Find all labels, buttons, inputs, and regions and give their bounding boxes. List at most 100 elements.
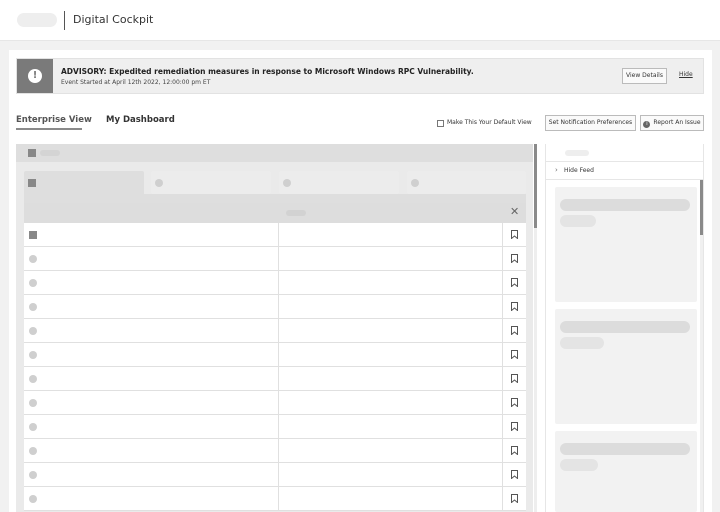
table-cell: [24, 415, 279, 439]
tab-my-dashboard[interactable]: My Dashboard: [106, 115, 175, 125]
feed-card[interactable]: [555, 431, 697, 512]
main-scrollbar-thumb[interactable]: [534, 144, 537, 228]
bookmark-icon[interactable]: [511, 374, 518, 383]
circle-icon: [29, 279, 37, 287]
table-rows: [24, 223, 526, 511]
table-row[interactable]: [24, 367, 526, 391]
grid-title-square-icon: [28, 149, 36, 157]
feed-header: [545, 144, 704, 162]
bookmark-icon[interactable]: [511, 254, 518, 263]
default-view-checkbox[interactable]: [437, 120, 444, 127]
report-issue-button[interactable]: i Report An Issue: [640, 115, 704, 131]
table-header-placeholder: [286, 210, 306, 216]
feed-header-placeholder: [565, 150, 589, 156]
alert-icon: !: [28, 69, 42, 83]
circle-icon: [29, 255, 37, 263]
bookmark-icon[interactable]: [511, 230, 518, 239]
circle-icon: [29, 447, 37, 455]
hide-feed-label: Hide Feed: [564, 167, 594, 174]
table-cell: [279, 319, 503, 343]
bookmark-icon[interactable]: [511, 326, 518, 335]
main-scrollbar[interactable]: [534, 144, 537, 512]
subtab-2-circle-icon: [155, 179, 163, 187]
table-cell: [24, 463, 279, 487]
table-cell: [279, 295, 503, 319]
feed-card[interactable]: [555, 187, 697, 302]
bookmark-icon[interactable]: [511, 398, 518, 407]
table-cell: [279, 415, 503, 439]
table-row[interactable]: [24, 271, 526, 295]
app-header: Digital Cockpit: [0, 0, 720, 41]
grid-title-placeholder: [40, 150, 60, 156]
table-row[interactable]: [24, 415, 526, 439]
feed-scrollbar-thumb[interactable]: [700, 180, 703, 235]
circle-icon: [29, 423, 37, 431]
notification-preferences-button[interactable]: Set Notification Preferences: [545, 115, 636, 131]
table-cell: [24, 271, 279, 295]
bookmark-icon[interactable]: [511, 278, 518, 287]
feed-card-line: [560, 321, 690, 333]
feed-card-line: [560, 443, 690, 455]
table-cell: [24, 223, 279, 247]
table-header: [24, 203, 526, 223]
advisory-title: ADVISORY: Expedited remediation measures…: [61, 67, 474, 76]
feed-card-line: [560, 459, 598, 471]
advisory-subtitle: Event Started at April 12th 2022, 12:00:…: [61, 79, 211, 86]
table-cell: [279, 487, 503, 511]
report-issue-label: Report An Issue: [653, 119, 701, 126]
bookmark-icon[interactable]: [511, 494, 518, 503]
hide-feed-toggle[interactable]: › Hide Feed: [545, 162, 704, 180]
close-icon[interactable]: ✕: [510, 205, 519, 219]
feed-card[interactable]: [555, 309, 697, 424]
logo-divider: [64, 11, 65, 30]
active-tab-underline: [16, 128, 82, 130]
circle-icon: [29, 399, 37, 407]
app-title: Digital Cockpit: [73, 13, 154, 26]
circle-icon: [29, 495, 37, 503]
table-cell: [279, 247, 503, 271]
feed-card-line: [560, 337, 604, 349]
subtab-4[interactable]: [407, 171, 526, 194]
subtab-3[interactable]: [279, 171, 399, 194]
chevron-right-icon: ›: [555, 166, 558, 174]
table-cell: [279, 463, 503, 487]
feed-card-line: [560, 199, 690, 211]
bookmark-icon[interactable]: [511, 350, 518, 359]
advisory-banner: ! ADVISORY: Expedited remediation measur…: [16, 58, 704, 94]
subtab-4-circle-icon: [411, 179, 419, 187]
square-icon: [29, 231, 37, 239]
feed-card-line: [560, 215, 596, 227]
circle-icon: [29, 327, 37, 335]
info-icon: i: [643, 121, 651, 128]
table-cell: [279, 367, 503, 391]
hide-advisory-link[interactable]: Hide: [679, 71, 693, 78]
table-row[interactable]: [24, 295, 526, 319]
subtab-2[interactable]: [151, 171, 271, 194]
table-row[interactable]: [24, 223, 526, 247]
table-row[interactable]: [24, 247, 526, 271]
table-cell: [24, 391, 279, 415]
table-cell: [24, 439, 279, 463]
table-row[interactable]: [24, 343, 526, 367]
table-cell: [279, 223, 503, 247]
view-details-button[interactable]: View Details: [622, 68, 667, 84]
table-cell: [279, 391, 503, 415]
bookmark-icon[interactable]: [511, 446, 518, 455]
feed-scrollbar[interactable]: [700, 180, 703, 512]
table-cell: [24, 295, 279, 319]
bookmark-icon[interactable]: [511, 302, 518, 311]
table-row[interactable]: [24, 487, 526, 511]
table-row[interactable]: [24, 439, 526, 463]
advisory-icon-box: !: [17, 59, 53, 93]
company-logo[interactable]: [17, 13, 57, 27]
tab-enterprise-view[interactable]: Enterprise View: [16, 115, 92, 125]
subtab-1-square-icon: [28, 179, 36, 187]
circle-icon: [29, 351, 37, 359]
table-row[interactable]: [24, 463, 526, 487]
grid-title-bar: [16, 144, 533, 162]
table-row[interactable]: [24, 319, 526, 343]
table-row[interactable]: [24, 391, 526, 415]
circle-icon: [29, 471, 37, 479]
bookmark-icon[interactable]: [511, 470, 518, 479]
bookmark-icon[interactable]: [511, 422, 518, 431]
